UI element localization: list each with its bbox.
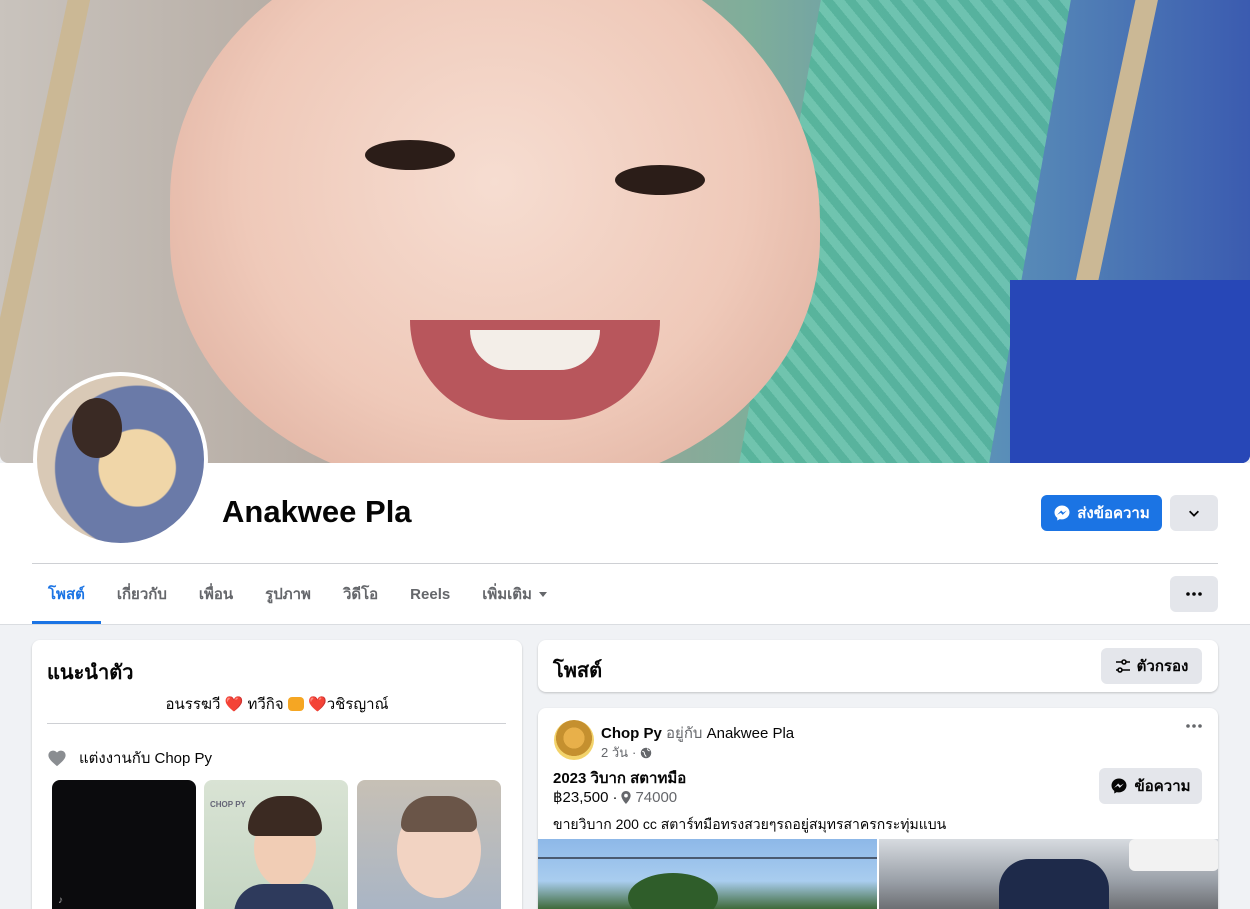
listing-price: ฿23,500 (553, 789, 609, 806)
filter-icon (1115, 658, 1131, 674)
listing-location: 74000 (635, 788, 678, 806)
post-meta: 2 วัน · (601, 742, 652, 763)
featured-photo-1[interactable]: ♪ (52, 780, 196, 909)
profile-name: Anakwee Pla (222, 494, 412, 529)
bio-text-3: วชิรญาณ์ (326, 696, 389, 713)
messenger-icon (1110, 777, 1128, 795)
profile-tabs: โพสต์ เกี่ยวกับ เพื่อน รูปภาพ วิดีโอ Ree… (32, 564, 564, 624)
red-heart-icon-2: ❤️ (308, 696, 327, 713)
post-with-text: อยู่กับ (666, 725, 703, 742)
bio-text-2: ทวีกิจ (247, 696, 284, 713)
filter-label: ตัวกรอง (1136, 658, 1189, 675)
post-options-button[interactable] (1186, 724, 1202, 728)
meta-separator: · (632, 745, 637, 760)
filter-button[interactable]: ตัวกรอง (1101, 648, 1202, 684)
tabs-more-options-button[interactable] (1170, 576, 1218, 612)
location-pin-icon (621, 790, 632, 804)
globe-icon (640, 747, 652, 759)
send-message-button[interactable]: ส่งข้อความ (1041, 495, 1162, 531)
heart-icon (47, 749, 67, 767)
tab-videos-label: วิดีโอ (342, 586, 379, 603)
profile-dropdown-button[interactable] (1170, 495, 1218, 531)
more-horizontal-icon (1186, 724, 1202, 728)
people-icon (287, 697, 304, 711)
post-author-avatar[interactable] (554, 720, 594, 760)
post-message-button[interactable]: ข้อความ (1099, 768, 1202, 804)
tab-posts[interactable]: โพสต์ (32, 564, 101, 624)
intro-title: แนะนำตัว (47, 662, 134, 684)
tab-friends[interactable]: เพื่อน (183, 564, 249, 624)
cover-eye-right (615, 165, 705, 195)
posts-header-card: โพสต์ ตัวกรอง (538, 640, 1218, 692)
photo-truck (1129, 839, 1218, 871)
send-message-label: ส่งข้อความ (1077, 505, 1150, 522)
messenger-icon (1053, 504, 1071, 522)
photo-motorbike (999, 859, 1109, 909)
listing-price-row: ฿23,500 · 74000 (553, 788, 678, 807)
post-tagged-name[interactable]: Anakwee Pla (707, 725, 795, 742)
photo-baby-hair (401, 796, 477, 832)
photo-woman-hair (248, 796, 322, 836)
relationship-text: แต่งงานกับ Chop Py (79, 750, 213, 767)
profile-avatar[interactable] (33, 372, 208, 547)
bio-text-1: อนรรฆวี (165, 696, 221, 713)
tab-about[interactable]: เกี่ยวกับ (101, 564, 183, 624)
tab-videos[interactable]: วิดีโอ (327, 564, 394, 624)
meta-separator: · (612, 788, 618, 806)
cover-blue-fabric (1010, 280, 1250, 463)
tab-reels[interactable]: Reels (394, 564, 466, 624)
intro-card: แนะนำตัว อนรรฆวี ❤️ ทวีกิจ ❤️วชิรญาณ์ แต… (32, 640, 522, 909)
intro-divider (47, 723, 506, 724)
listing-description: ขายวิบาก 200 cc สตาร์ทมือทรงสวยๆรถอยู่สม… (553, 816, 947, 832)
red-heart-icon: ❤️ (224, 696, 248, 713)
cover-photo[interactable] (0, 0, 1250, 463)
listing-title: 2023 วิบาก สตาทมือ (553, 770, 687, 787)
featured-photo-2[interactable]: CHOP PY (204, 780, 348, 909)
intro-relationship: แต่งงานกับ Chop Py (47, 746, 212, 770)
listing-photo-1[interactable] (538, 839, 877, 909)
listing-photo-2[interactable] (879, 839, 1218, 909)
tab-reels-label: Reels (410, 585, 451, 603)
tiktok-icon: ♪ (58, 895, 63, 906)
post-time[interactable]: 2 วัน (601, 742, 628, 763)
photo-tree (628, 873, 718, 909)
post-message-label: ข้อความ (1134, 778, 1191, 795)
caret-down-icon (538, 589, 548, 599)
more-horizontal-icon (1186, 592, 1202, 596)
tab-photos[interactable]: รูปภาพ (249, 564, 327, 624)
avatar-head (72, 398, 122, 458)
cover-teeth (470, 330, 600, 370)
photo-woman-shirt (234, 884, 334, 909)
intro-bio: อนรรฆวี ❤️ ทวีกิจ ❤️วชิรญาณ์ (32, 692, 522, 716)
posts-title: โพสต์ (553, 660, 603, 682)
tab-friends-label: เพื่อน (198, 586, 234, 603)
tab-posts-label: โพสต์ (48, 586, 85, 603)
tab-more[interactable]: เพิ่มเติม (466, 564, 564, 624)
post-author-name[interactable]: Chop Py (601, 725, 662, 742)
featured-photo-3[interactable] (357, 780, 501, 909)
post-card: Chop Py อยู่กับ Anakwee Pla 2 วัน · 2023… (538, 708, 1218, 909)
tab-photos-label: รูปภาพ (265, 586, 311, 603)
cover-eye-left (365, 140, 455, 170)
photo-watermark: CHOP PY (210, 800, 246, 809)
tab-more-label: เพิ่มเติม (482, 586, 532, 603)
chevron-down-icon (1187, 506, 1201, 520)
tab-about-label: เกี่ยวกับ (116, 586, 167, 603)
photo-wires (538, 857, 877, 859)
